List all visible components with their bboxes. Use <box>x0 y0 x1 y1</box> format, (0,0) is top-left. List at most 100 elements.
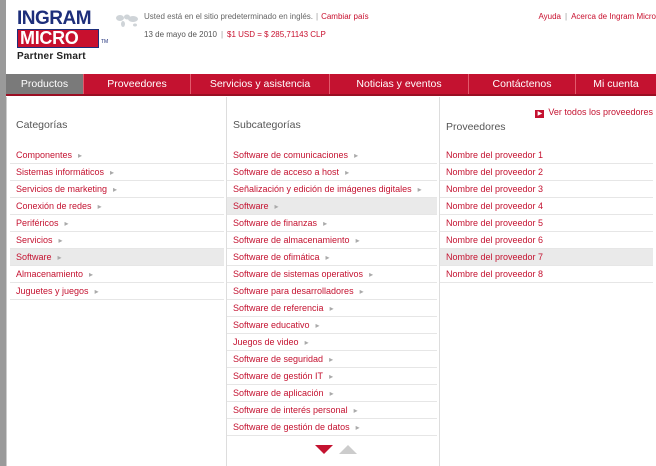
provider-item[interactable]: Nombre del proveedor 4 <box>440 198 653 215</box>
subcategory-item-label: Software de finanzas <box>233 218 318 228</box>
provider-item-label: Nombre del proveedor 2 <box>446 167 544 177</box>
nav-contactenos[interactable]: Contáctenos <box>469 74 576 94</box>
provider-item[interactable]: Nombre del proveedor 3 <box>440 181 653 198</box>
provider-item-label: Nombre del proveedor 6 <box>446 235 544 245</box>
subcategory-item[interactable]: Software de sistemas operativos ▸ <box>227 266 437 283</box>
nav-mi-cuenta[interactable]: Mi cuenta <box>576 74 656 94</box>
subcategory-item-label: Software de referencia <box>233 303 324 313</box>
subcategory-item[interactable]: Software de seguridad ▸ <box>227 351 437 368</box>
category-item[interactable]: Servicios ▸ <box>10 232 224 249</box>
subcategory-item[interactable]: Software de almacenamiento ▸ <box>227 232 437 249</box>
category-item[interactable]: Juguetes y juegos ▸ <box>10 283 224 300</box>
chevron-right-icon: ▸ <box>329 372 334 381</box>
subcategory-item[interactable]: Software de ofimática ▸ <box>227 249 437 266</box>
category-item[interactable]: Conexión de redes ▸ <box>10 198 224 215</box>
current-date: 13 de mayo de 2010 <box>144 30 217 39</box>
chevron-right-icon: ▸ <box>354 151 359 160</box>
change-country-link[interactable]: Cambiar país <box>321 12 369 21</box>
subcategory-item-label: Software de aplicación <box>233 388 324 398</box>
chevron-right-icon: ▸ <box>325 253 330 262</box>
subcategories-title: Subcategorías <box>233 119 301 131</box>
chevron-right-icon: ▸ <box>329 304 334 313</box>
category-item-label: Software <box>16 252 52 262</box>
category-item-label: Periféricos <box>16 218 59 228</box>
subcategory-item-label: Software de gestión IT <box>233 371 324 381</box>
provider-item[interactable]: Nombre del proveedor 7 <box>440 249 653 266</box>
categories-list: Componentes ▸ Sistemas informáticos ▸ Servic… <box>10 147 224 300</box>
chevron-right-icon: ▸ <box>417 185 422 194</box>
categories-title: Categorías <box>16 119 68 131</box>
exchange-rate-link[interactable]: $1 USD = $ 285,71143 CLP <box>227 30 326 39</box>
subcategory-item-label: Software de sistemas operativos <box>233 269 364 279</box>
subcategory-item-label: Software de interés personal <box>233 405 348 415</box>
scroll-down-icon[interactable] <box>315 445 333 454</box>
providers-title: Proveedores <box>446 121 506 133</box>
category-item[interactable]: Sistemas informáticos ▸ <box>10 164 224 181</box>
subcategory-item[interactable]: Software de acceso a host ▸ <box>227 164 437 181</box>
subcategory-item[interactable]: Software de gestión de datos ▸ <box>227 419 437 436</box>
provider-item[interactable]: Nombre del proveedor 1 <box>440 147 653 164</box>
category-item-label: Almacenamiento <box>16 269 84 279</box>
category-item-label: Servicios <box>16 235 53 245</box>
subcategory-item[interactable]: Software de aplicación ▸ <box>227 385 437 402</box>
subcategory-item[interactable]: Software de finanzas ▸ <box>227 215 437 232</box>
provider-item[interactable]: Nombre del proveedor 8 <box>440 266 653 283</box>
page: INGRAM MICRO TM Partner Smart Usted está… <box>6 0 656 466</box>
subcategory-item[interactable]: Software de comunicaciones ▸ <box>227 147 437 164</box>
subcategories-list: Software de comunicaciones ▸ Software de a… <box>227 147 437 436</box>
subcategory-item[interactable]: Software de gestión IT ▸ <box>227 368 437 385</box>
subcategory-item[interactable]: Juegos de video ▸ <box>227 334 437 351</box>
about-link[interactable]: Acerca de Ingram Micro <box>571 12 656 21</box>
subcategory-item-label: Software de almacenamiento <box>233 235 350 245</box>
chevron-right-icon: ▸ <box>274 202 279 211</box>
subcategory-item[interactable]: Software educativo ▸ <box>227 317 437 334</box>
chevron-right-icon: ▸ <box>94 287 99 296</box>
providers-column: ▶ Ver todos los proveedores Proveedores N… <box>439 97 653 466</box>
chevron-right-icon: ▸ <box>355 236 360 245</box>
category-item[interactable]: Periféricos ▸ <box>10 215 224 232</box>
provider-item-label: Nombre del proveedor 1 <box>446 150 544 160</box>
scroll-up-icon[interactable] <box>339 445 357 454</box>
categories-column: Categorías Componentes ▸ Sistemas informát… <box>10 97 224 466</box>
provider-item-label: Nombre del proveedor 8 <box>446 269 544 279</box>
provider-item-label: Nombre del proveedor 4 <box>446 201 544 211</box>
provider-item[interactable]: Nombre del proveedor 5 <box>440 215 653 232</box>
chevron-right-icon: ▸ <box>315 321 320 330</box>
category-item[interactable]: Software ▸ <box>10 249 224 266</box>
nav-proveedores[interactable]: Proveedores <box>84 74 191 94</box>
subcategory-item-label: Software de gestión de datos <box>233 422 350 432</box>
subcategory-item[interactable]: Señalización y edición de imágenes digit… <box>227 181 437 198</box>
category-item-label: Componentes <box>16 150 73 160</box>
logo-tagline: Partner Smart <box>17 51 86 62</box>
header-links: Ayuda | Acerca de Ingram Micro <box>538 12 656 21</box>
provider-item[interactable]: Nombre del proveedor 2 <box>440 164 653 181</box>
subcategory-item[interactable]: Software de interés personal ▸ <box>227 402 437 419</box>
subcategory-item-label: Software de acceso a host <box>233 167 340 177</box>
chevron-right-icon: ▸ <box>97 202 102 211</box>
locale-text: Usted está en el sitio predeterminado en… <box>144 12 313 21</box>
chevron-right-icon: ▸ <box>89 270 94 279</box>
subcategory-item[interactable]: Software para desarrolladores ▸ <box>227 283 437 300</box>
globe-icon <box>116 14 138 27</box>
providers-list: Nombre del proveedor 1 Nombre del proveed… <box>440 147 653 283</box>
chevron-right-icon: ▸ <box>113 185 118 194</box>
category-item[interactable]: Componentes ▸ <box>10 147 224 164</box>
help-link[interactable]: Ayuda <box>538 12 561 21</box>
category-item-label: Sistemas informáticos <box>16 167 105 177</box>
subcategory-item[interactable]: Software ▸ <box>227 198 437 215</box>
nav-servicios-asistencia[interactable]: Servicios y asistencia <box>191 74 330 94</box>
category-item[interactable]: Servicios de marketing ▸ <box>10 181 224 198</box>
ingram-micro-logo[interactable]: INGRAM MICRO TM Partner Smart <box>17 9 108 65</box>
subcategory-item-label: Software para desarrolladores <box>233 286 354 296</box>
subcategory-item[interactable]: Software de referencia ▸ <box>227 300 437 317</box>
category-item-label: Servicios de marketing <box>16 184 108 194</box>
header: INGRAM MICRO TM Partner Smart Usted está… <box>6 0 656 72</box>
subcategories-column: Subcategorías Software de comunicaciones… <box>226 97 437 466</box>
subcategory-item-label: Juegos de video <box>233 337 299 347</box>
category-item[interactable]: Almacenamiento ▸ <box>10 266 224 283</box>
nav-productos[interactable]: Productos <box>6 74 84 94</box>
provider-item[interactable]: Nombre del proveedor 6 <box>440 232 653 249</box>
chevron-right-icon: ▸ <box>359 287 364 296</box>
nav-noticias-eventos[interactable]: Noticias y eventos <box>330 74 469 94</box>
view-all-providers-link[interactable]: ▶ Ver todos los proveedores <box>535 107 653 118</box>
